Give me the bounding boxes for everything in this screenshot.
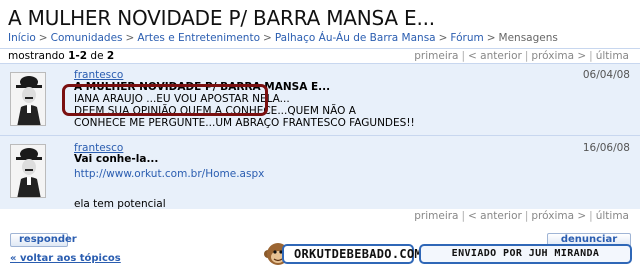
pager-bottom: primeira | < anterior | próxima > | última (411, 210, 632, 222)
breadcrumb-separator: > (438, 32, 448, 44)
breadcrumb-separator: > (125, 32, 135, 44)
post-date: 06/04/08 (582, 69, 630, 81)
pager-bar-top: mostrando 1-2 de 2 primeira | < anterior | p… (0, 48, 640, 64)
pager-bar-bottom: primeira | < anterior | próxima > | última (0, 209, 640, 225)
pager-prev[interactable]: < anterior (465, 50, 525, 62)
breadcrumb-forum[interactable]: Fórum (450, 32, 483, 44)
page-title: A MULHER NOVIDADE P/ BARRA MANSA E... (8, 6, 435, 30)
breadcrumb-separator: > (486, 32, 496, 44)
breadcrumb-current: Mensagens (498, 32, 558, 44)
showing-of: de (90, 50, 104, 62)
post-link[interactable]: http://www.orkut.com.br/Home.aspx (74, 168, 264, 180)
breadcrumb-separator: > (263, 32, 272, 44)
credit-watermark: ENVIADO POR JUH MIRANDA (419, 244, 632, 264)
pager-next[interactable]: próxima > (528, 210, 589, 222)
link-highlight-annotation (62, 84, 268, 116)
breadcrumb-separator: > (38, 32, 48, 44)
pager-last[interactable]: última (593, 50, 632, 62)
message-item: frantesco 16/06/08 Vai conhe-la... http:… (0, 136, 640, 210)
pager-prev[interactable]: < anterior (465, 210, 525, 222)
breadcrumb-artes[interactable]: Artes e Entretenimento (137, 32, 260, 44)
pager-last[interactable]: última (593, 210, 632, 222)
pager-first[interactable]: primeira (411, 50, 461, 62)
pager-first[interactable]: primeira (411, 210, 461, 222)
post-body-line: CONHECE ME PERGUNTE...UM ABRAÇO FRANTESC… (74, 117, 415, 129)
breadcrumb-inicio[interactable]: Início (8, 32, 36, 44)
back-to-topics-link[interactable]: « voltar aos tópicos (10, 253, 121, 264)
avatar[interactable] (10, 72, 46, 126)
showing-count: mostrando 1-2 de 2 (8, 50, 114, 62)
breadcrumb-comunidades[interactable]: Comunidades (51, 32, 123, 44)
showing-total: 2 (106, 50, 115, 62)
pager-next[interactable]: próxima > (528, 50, 589, 62)
breadcrumb-community[interactable]: Palhaço Áu-Áu de Barra Mansa (275, 32, 436, 44)
showing-range: 1-2 (68, 50, 88, 62)
pager-top: primeira | < anterior | próxima > | última (411, 50, 632, 62)
showing-prefix: mostrando (8, 50, 65, 62)
author-link[interactable]: frantesco (74, 69, 123, 81)
avatar[interactable] (10, 144, 46, 198)
reply-button[interactable]: responder (10, 233, 77, 247)
post-date: 16/06/08 (582, 142, 630, 154)
post-title: Vai conhe-la... (74, 153, 159, 165)
breadcrumb: Início > Comunidades > Artes e Entreteniment… (8, 32, 558, 44)
site-watermark: ORKUTDEBEBADO.COM (282, 244, 422, 264)
